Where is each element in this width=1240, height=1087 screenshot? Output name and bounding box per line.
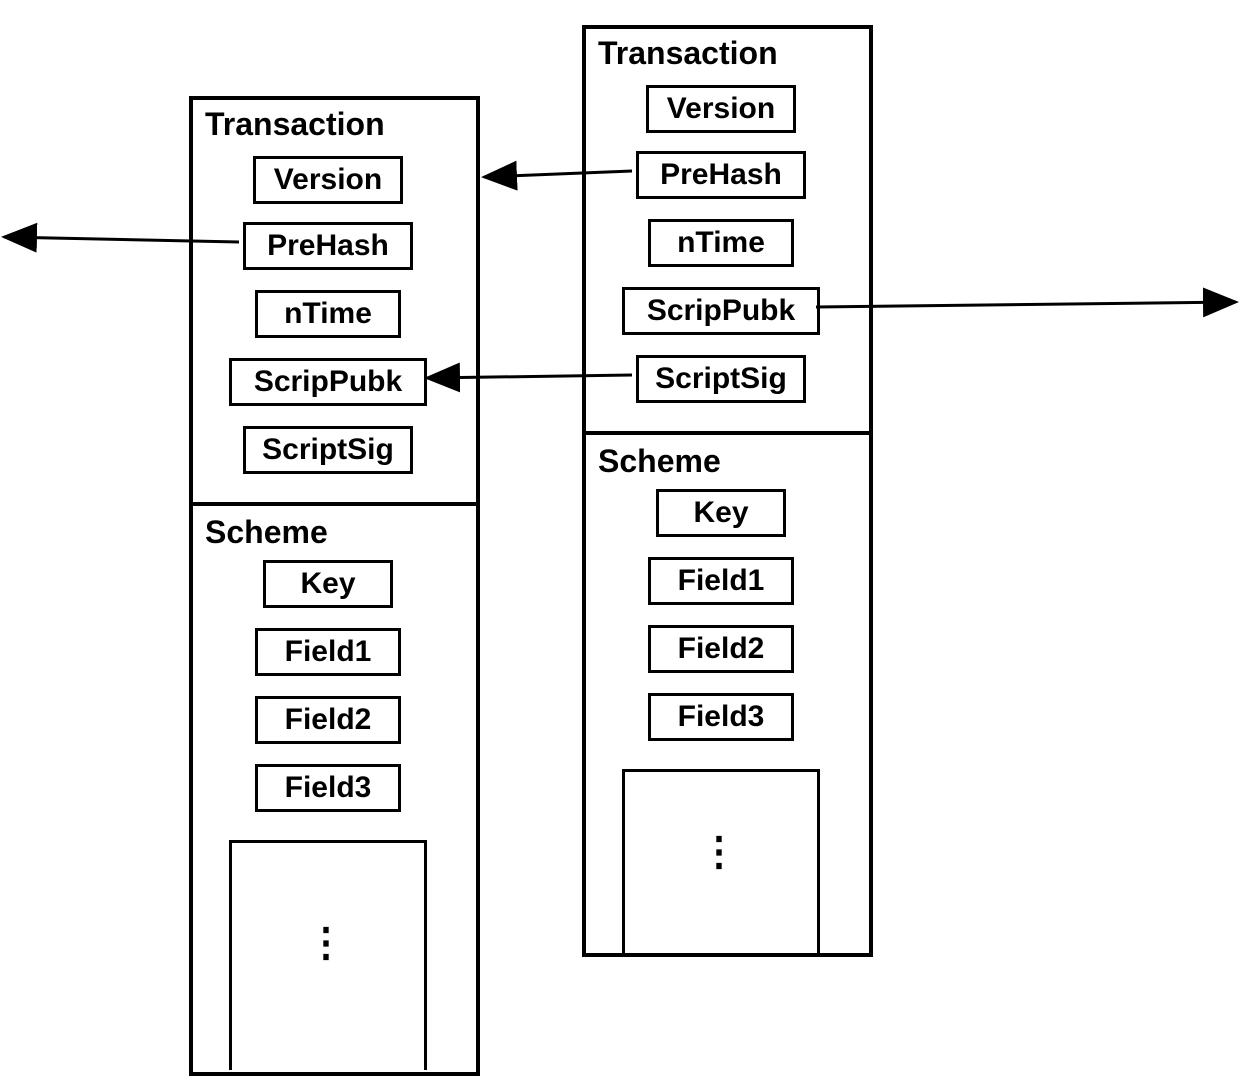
left-key-label: Key xyxy=(300,567,355,601)
right-field2-label: Field2 xyxy=(678,632,765,666)
left-scrippubk-cell: ScripPubk xyxy=(229,358,427,406)
right-key-label: Key xyxy=(693,496,748,530)
right-transaction-title: Transaction xyxy=(586,29,786,76)
left-scriptsig-label: ScriptSig xyxy=(262,433,394,467)
arrow-right-scrippubk-out xyxy=(816,302,1236,307)
left-field1-cell: Field1 xyxy=(255,628,401,676)
right-scheme-title: Scheme xyxy=(586,437,729,484)
left-scrippubk-label: ScripPubk xyxy=(254,365,402,399)
left-transaction-title: Transaction xyxy=(193,100,393,147)
left-field3-label: Field3 xyxy=(285,771,372,805)
left-scheme-title: Scheme xyxy=(193,508,336,555)
left-version-label: Version xyxy=(274,163,382,197)
right-ntime-label: nTime xyxy=(677,226,765,260)
right-version-label: Version xyxy=(667,92,775,126)
left-field2-label: Field2 xyxy=(285,703,372,737)
left-divider xyxy=(189,502,480,506)
right-ntime-cell: nTime xyxy=(648,219,794,267)
right-vdots-icon: ⋮ xyxy=(712,829,726,877)
left-vdots-icon: ⋮ xyxy=(319,920,333,968)
left-block: Transaction Version PreHash nTime ScripP… xyxy=(189,96,480,1076)
left-prehash-label: PreHash xyxy=(267,229,389,263)
right-prehash-cell: PreHash xyxy=(636,151,806,199)
right-block: Transaction Version PreHash nTime ScripP… xyxy=(582,25,873,957)
right-field2-cell: Field2 xyxy=(648,625,794,673)
right-scriptsig-cell: ScriptSig xyxy=(636,355,806,403)
left-prehash-cell: PreHash xyxy=(243,222,413,270)
left-ntime-cell: nTime xyxy=(255,290,401,338)
right-scrippubk-cell: ScripPubk xyxy=(622,287,820,335)
right-field1-cell: Field1 xyxy=(648,557,794,605)
diagram-canvas: Transaction Version PreHash nTime ScripP… xyxy=(0,0,1240,1087)
right-scrippubk-label: ScripPubk xyxy=(647,294,795,328)
right-field3-label: Field3 xyxy=(678,700,765,734)
left-key-cell: Key xyxy=(263,560,393,608)
right-field3-cell: Field3 xyxy=(648,693,794,741)
right-divider xyxy=(582,431,873,435)
left-version-cell: Version xyxy=(253,156,403,204)
left-field2-cell: Field2 xyxy=(255,696,401,744)
left-field1-label: Field1 xyxy=(285,635,372,669)
left-ntime-label: nTime xyxy=(284,297,372,331)
right-version-cell: Version xyxy=(646,85,796,133)
left-scriptsig-cell: ScriptSig xyxy=(243,426,413,474)
right-key-cell: Key xyxy=(656,489,786,537)
left-field3-cell: Field3 xyxy=(255,764,401,812)
right-field1-label: Field1 xyxy=(678,564,765,598)
right-scriptsig-label: ScriptSig xyxy=(655,362,787,396)
right-prehash-label: PreHash xyxy=(660,158,782,192)
